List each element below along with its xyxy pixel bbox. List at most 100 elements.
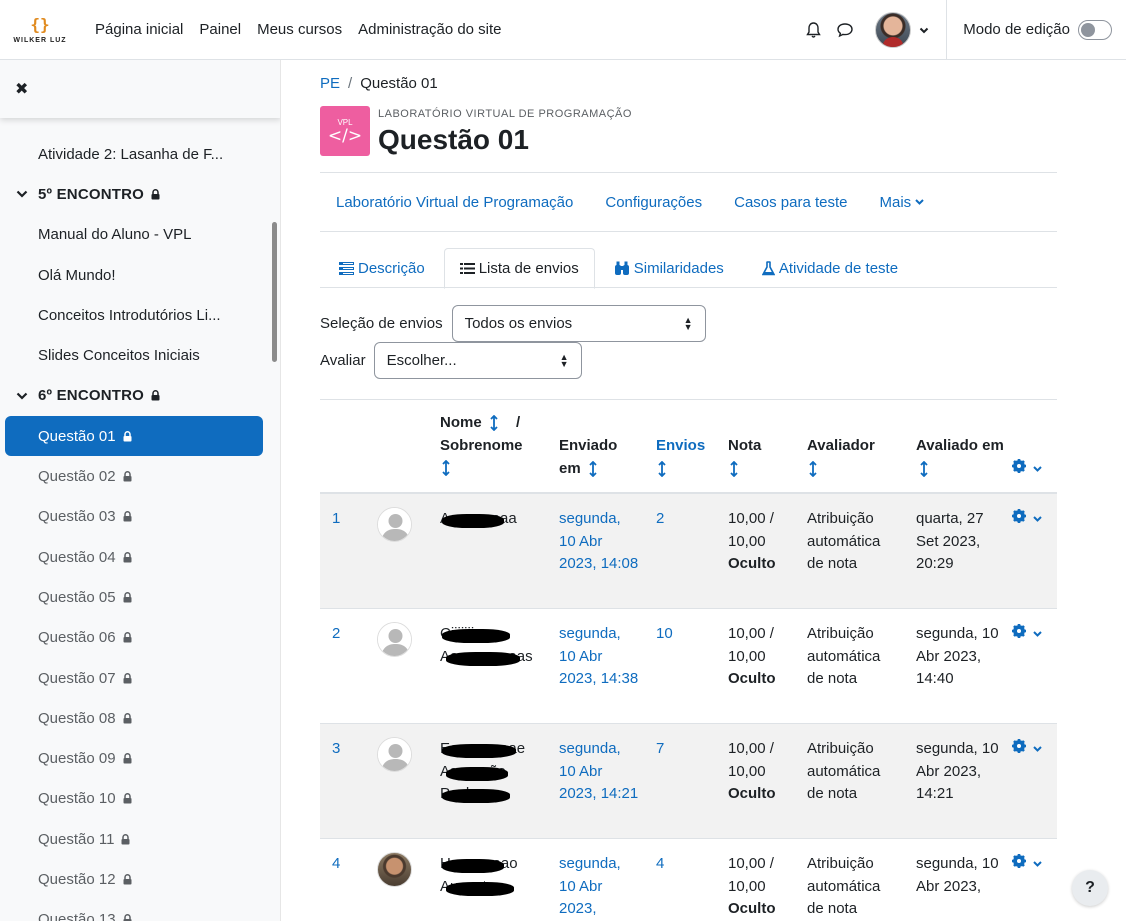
item-label: Questão 11 bbox=[38, 830, 115, 848]
binoculars-icon bbox=[614, 261, 630, 276]
course-index-item-questao-03[interactable]: Questão 03 bbox=[0, 497, 268, 537]
sort-arrows-icon[interactable] bbox=[442, 460, 450, 477]
secnav-test-cases-link[interactable]: Casos para teste bbox=[734, 194, 847, 211]
course-index-item-questao-10[interactable]: Questão 10 bbox=[0, 779, 268, 819]
student-avatar[interactable] bbox=[377, 507, 412, 542]
submissions-count-link[interactable]: 10 bbox=[656, 623, 673, 646]
messages-chat-icon[interactable] bbox=[829, 14, 861, 46]
item-label: Questão 10 bbox=[38, 790, 116, 808]
course-index-item-questao-13[interactable]: Questão 13 bbox=[0, 900, 268, 921]
submission-number-link[interactable]: 1 bbox=[332, 508, 340, 531]
grade-status: Oculto bbox=[728, 785, 776, 802]
row-actions-menu[interactable] bbox=[1012, 738, 1042, 761]
course-index-item-questao-11[interactable]: Questão 11 bbox=[0, 819, 268, 859]
sort-by-surname-link[interactable]: Sobrenome bbox=[440, 437, 523, 454]
tab-submissions-list[interactable]: Lista de envios bbox=[443, 248, 595, 289]
sort-by-graded-link[interactable]: Avaliado em bbox=[916, 437, 1004, 454]
sort-by-submissions-link[interactable]: Envios bbox=[656, 437, 705, 454]
course-index-item-questao-12[interactable]: Questão 12 bbox=[0, 859, 268, 899]
row-actions-menu[interactable] bbox=[1012, 853, 1042, 876]
notifications-bell-icon[interactable] bbox=[797, 14, 829, 46]
sort-arrows-icon[interactable] bbox=[809, 460, 817, 477]
nav-dashboard-link[interactable]: Painel bbox=[199, 17, 241, 42]
row-actions-menu[interactable] bbox=[1012, 508, 1042, 531]
student-name[interactable]: EaaaaaaaaeAssunçãoPacheco bbox=[440, 738, 535, 806]
chevron-down-icon[interactable] bbox=[16, 392, 30, 400]
sort-arrows-icon[interactable] bbox=[730, 460, 738, 477]
user-avatar[interactable] bbox=[875, 11, 912, 48]
course-index-item-questao-07[interactable]: Questão 07 bbox=[0, 658, 268, 698]
edit-mode-toggle[interactable] bbox=[1078, 19, 1112, 40]
submission-number-link[interactable]: 3 bbox=[332, 738, 340, 761]
breadcrumb-course-link[interactable]: PE bbox=[320, 75, 340, 92]
gear-icon bbox=[1012, 738, 1026, 761]
submission-date-link[interactable]: segunda, 10 Abr 2023, 14:38 bbox=[559, 623, 639, 691]
student-name[interactable]: HaaaaaaaoAugusto bbox=[440, 853, 535, 898]
sort-arrows-icon[interactable] bbox=[920, 460, 928, 477]
grade-value: 10,00 / 10,00 bbox=[728, 510, 774, 550]
chevron-down-icon[interactable] bbox=[16, 190, 30, 198]
submission-date-link[interactable]: segunda, 10 Abr 2023, bbox=[559, 853, 639, 921]
nav-my-courses-link[interactable]: Meus cursos bbox=[257, 17, 342, 42]
course-index-item-manual-do-aluno-vpl[interactable]: Manual do Aluno - VPL bbox=[0, 215, 268, 255]
submission-date-link[interactable]: segunda, 10 Abr 2023, 14:08 bbox=[559, 508, 639, 576]
course-index-item-questao-09[interactable]: Questão 09 bbox=[0, 738, 268, 778]
nav-site-admin-link[interactable]: Administração do site bbox=[358, 17, 501, 42]
secnav-vpl-link[interactable]: Laboratório Virtual de Programação bbox=[336, 194, 573, 211]
course-index-item-conceitos-introdutorios-li[interactable]: Conceitos Introdutórios Li... bbox=[0, 295, 268, 335]
submission-number-link[interactable]: 2 bbox=[332, 623, 340, 646]
course-index-item-questao-02[interactable]: Questão 02 bbox=[0, 456, 268, 496]
close-drawer-icon[interactable]: ✖ bbox=[15, 79, 28, 99]
course-section-5-encontro[interactable]: 5º ENCONTRO bbox=[0, 174, 268, 214]
vpl-activity-icon: VPL </> bbox=[320, 106, 370, 156]
submission-number-link[interactable]: 4 bbox=[332, 853, 340, 876]
row-actions-menu[interactable] bbox=[1012, 623, 1042, 646]
header-actions-menu[interactable] bbox=[1012, 458, 1042, 481]
sort-by-grade-link[interactable]: Nota bbox=[728, 437, 761, 454]
item-label: Manual do Aluno - VPL bbox=[38, 226, 192, 244]
secnav-more-dropdown[interactable]: Mais bbox=[880, 194, 925, 211]
submissions-count-link[interactable]: 2 bbox=[656, 508, 664, 531]
grader-cell: Atribuição automática de nota bbox=[807, 740, 881, 802]
sort-arrows-icon[interactable] bbox=[658, 460, 666, 477]
grade-status: Oculto bbox=[728, 670, 776, 687]
selection-label: Seleção de envios bbox=[320, 315, 443, 332]
sort-by-name-link[interactable]: Nome bbox=[440, 414, 482, 431]
course-index-item-ola-mundo[interactable]: Olá Mundo! bbox=[0, 255, 268, 295]
sort-by-grader-link[interactable]: Avaliador bbox=[807, 437, 875, 454]
evaluate-select[interactable]: Escolher... ▲ ▼ bbox=[373, 342, 582, 379]
course-index-item-slides-conceitos-iniciais[interactable]: Slides Conceitos Iniciais bbox=[0, 335, 268, 375]
course-index-item-questao-05[interactable]: Questão 05 bbox=[0, 577, 268, 617]
student-avatar[interactable] bbox=[377, 737, 412, 772]
course-index-item-atividade-2-lasanha-de-f[interactable]: Atividade 2: Lasanha de F... bbox=[0, 134, 268, 174]
site-logo[interactable]: {} WILKER LUZ bbox=[9, 5, 71, 55]
sort-arrows-icon[interactable] bbox=[589, 460, 597, 477]
user-menu-chevron-down-icon[interactable] bbox=[919, 21, 929, 38]
lock-icon bbox=[123, 430, 132, 442]
student-name[interactable]: CiiiiiiiAaaaaaaaaas bbox=[440, 623, 535, 668]
select-arrows-icon: ▲ ▼ bbox=[559, 351, 569, 369]
logo-mark: {} bbox=[30, 14, 50, 34]
name-redaction-scribble bbox=[442, 629, 510, 643]
student-avatar[interactable] bbox=[377, 852, 412, 887]
secondary-navigation: Laboratório Virtual de Programação Confi… bbox=[320, 172, 1057, 232]
drawer-scrollbar[interactable] bbox=[272, 222, 277, 362]
course-index-item-questao-04[interactable]: Questão 04 bbox=[0, 537, 268, 577]
submission-selection-select[interactable]: Todos os envios ▲ ▼ bbox=[451, 305, 706, 342]
help-button[interactable]: ? bbox=[1072, 870, 1108, 906]
course-index-item-questao-06[interactable]: Questão 06 bbox=[0, 618, 268, 658]
course-index-item-current[interactable]: Questão 01 bbox=[5, 416, 263, 457]
course-index-item-questao-08[interactable]: Questão 08 bbox=[0, 698, 268, 738]
submissions-count-link[interactable]: 4 bbox=[656, 853, 664, 876]
tab-similarity[interactable]: Similaridades bbox=[595, 248, 743, 288]
secnav-settings-link[interactable]: Configurações bbox=[605, 194, 702, 211]
submission-date-link[interactable]: segunda, 10 Abr 2023, 14:21 bbox=[559, 738, 639, 806]
tab-test-activity[interactable]: Atividade de teste bbox=[743, 248, 917, 288]
submissions-count-link[interactable]: 7 bbox=[656, 738, 664, 761]
nav-home-link[interactable]: Página inicial bbox=[95, 17, 183, 42]
student-name[interactable]: Aaaaaaaaa bbox=[440, 508, 535, 531]
sort-arrows-icon[interactable] bbox=[490, 415, 498, 432]
student-avatar[interactable] bbox=[377, 622, 412, 657]
tab-description[interactable]: Descrição bbox=[320, 248, 444, 288]
course-section-6-encontro[interactable]: 6º ENCONTRO bbox=[0, 376, 268, 416]
